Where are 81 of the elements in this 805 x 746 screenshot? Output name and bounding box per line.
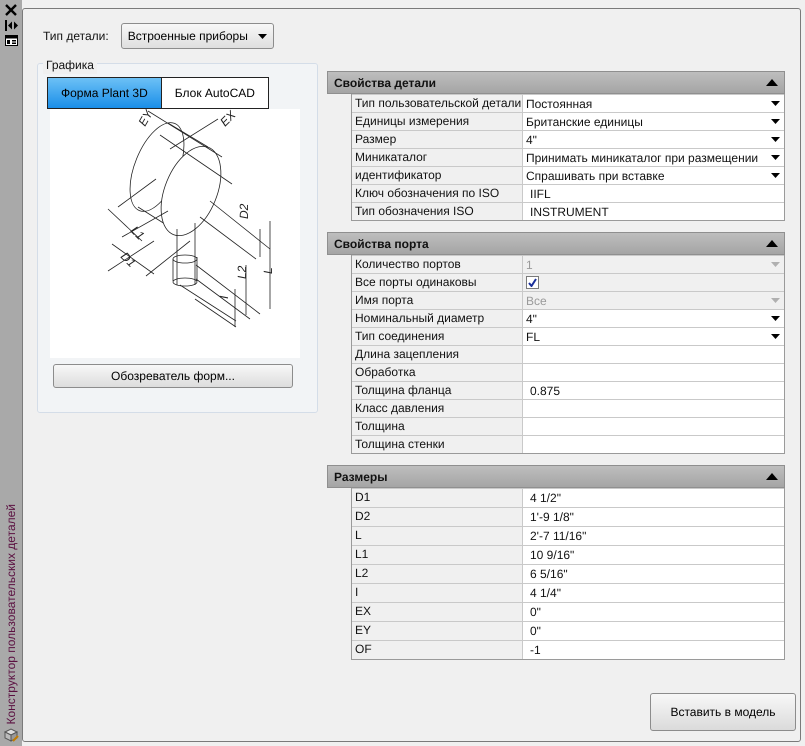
property-label: D1 — [352, 489, 523, 507]
caret-icon — [771, 262, 780, 267]
value-field[interactable]: 6 5/16" — [523, 565, 784, 583]
dimension-label: EX — [217, 109, 238, 130]
graphics-tab[interactable]: Блок AutoCAD — [162, 77, 269, 109]
value-field[interactable]: -1 — [523, 641, 784, 659]
auto-hide-icon[interactable] — [4, 20, 18, 31]
dimension-label: D1 — [118, 249, 139, 270]
panel-title: Конструктор пользовательских деталей — [3, 504, 19, 724]
section-header[interactable]: Размеры — [327, 465, 785, 488]
checkbox[interactable] — [526, 276, 539, 289]
caret-icon — [771, 316, 780, 321]
caret-icon — [771, 298, 780, 303]
property-label: Количество портов — [352, 256, 523, 273]
part-designer-icon[interactable] — [3, 728, 19, 742]
property-label: EX — [352, 603, 523, 621]
value-field[interactable]: IIFL — [523, 185, 784, 202]
property-label: Номинальный диаметр — [352, 310, 523, 327]
property-label: Толщина — [352, 418, 523, 435]
property-label: D2 — [352, 508, 523, 526]
section-header[interactable]: Свойства детали — [327, 71, 785, 94]
collapse-icon[interactable] — [766, 473, 778, 480]
property-label: OF — [352, 641, 523, 659]
property-label: Обработка — [352, 364, 523, 381]
value-field[interactable]: 10 9/16" — [523, 546, 784, 564]
property-label: идентификатор — [352, 167, 523, 184]
property-dropdown[interactable]: 4" — [523, 310, 784, 327]
collapse-icon[interactable] — [766, 240, 778, 247]
property-label: Тип пользовательской детали — [352, 95, 523, 112]
property-dropdown[interactable]: Британские единицы — [523, 113, 784, 130]
value-field[interactable]: 1'-9 1/8" — [523, 508, 784, 526]
caret-icon — [771, 334, 780, 339]
collapse-icon[interactable] — [766, 79, 778, 86]
property-label: Тип обозначения ISO — [352, 203, 523, 220]
dimension-label: L1 — [128, 223, 148, 243]
shape-browser-button[interactable]: Обозреватель форм... — [53, 364, 293, 388]
property-label: Толщина фланца — [352, 382, 523, 399]
value-field[interactable]: 2'-7 11/16" — [523, 527, 784, 545]
caret-icon — [771, 155, 780, 160]
property-label: Размер — [352, 131, 523, 148]
dimension-label: L — [261, 267, 275, 274]
value-field[interactable]: 4 1/2" — [523, 489, 784, 507]
property-label: I — [352, 584, 523, 602]
property-label: Длина зацепления — [352, 346, 523, 363]
property-label: Имя порта — [352, 292, 523, 309]
property-label: Миникаталог — [352, 149, 523, 166]
property-label: Ключ обозначения по ISO — [352, 185, 523, 202]
value-field[interactable]: 0" — [523, 603, 784, 621]
caret-icon — [771, 137, 780, 142]
property-dropdown[interactable]: Постоянная — [523, 95, 784, 112]
section-header[interactable]: Свойства порта — [327, 232, 785, 255]
value-field[interactable]: 0.875 — [523, 382, 784, 399]
part-type-label: Тип детали: — [43, 28, 109, 45]
caret-icon — [771, 119, 780, 124]
property-label: Класс давления — [352, 400, 523, 417]
property-label: Тип соединения — [352, 328, 523, 345]
property-label: EY — [352, 622, 523, 640]
property-dropdown[interactable]: Принимать миникаталог при размещении — [523, 149, 784, 166]
property-label: L2 — [352, 565, 523, 583]
dimension-label: D2 — [237, 204, 251, 219]
graphics-tab[interactable]: Форма Plant 3D — [47, 77, 162, 109]
close-icon[interactable] — [5, 4, 17, 16]
part-type-dropdown[interactable]: Встроенные приборы — [120, 23, 274, 49]
value-field[interactable]: 4 1/4" — [523, 584, 784, 602]
property-label: Толщина стенки — [352, 436, 523, 453]
property-dropdown[interactable]: FL — [523, 328, 784, 345]
property-label: Единицы измерения — [352, 113, 523, 130]
value-field[interactable]: INSTRUMENT — [523, 203, 784, 220]
dimension-label: I — [217, 296, 231, 299]
property-dropdown[interactable]: Спрашивать при вставке — [523, 167, 784, 184]
property-label: Все порты одинаковы — [352, 274, 523, 291]
property-label: L — [352, 527, 523, 545]
insert-button[interactable]: Вставить в модель — [650, 693, 796, 731]
dimension-label: L2 — [235, 266, 249, 279]
property-dropdown[interactable]: 4" — [523, 131, 784, 148]
property-label: L1 — [352, 546, 523, 564]
properties-icon[interactable] — [4, 35, 18, 46]
value-field[interactable]: 0" — [523, 622, 784, 640]
caret-icon — [771, 101, 780, 106]
caret-icon — [771, 173, 780, 178]
caret-icon — [258, 34, 267, 38]
